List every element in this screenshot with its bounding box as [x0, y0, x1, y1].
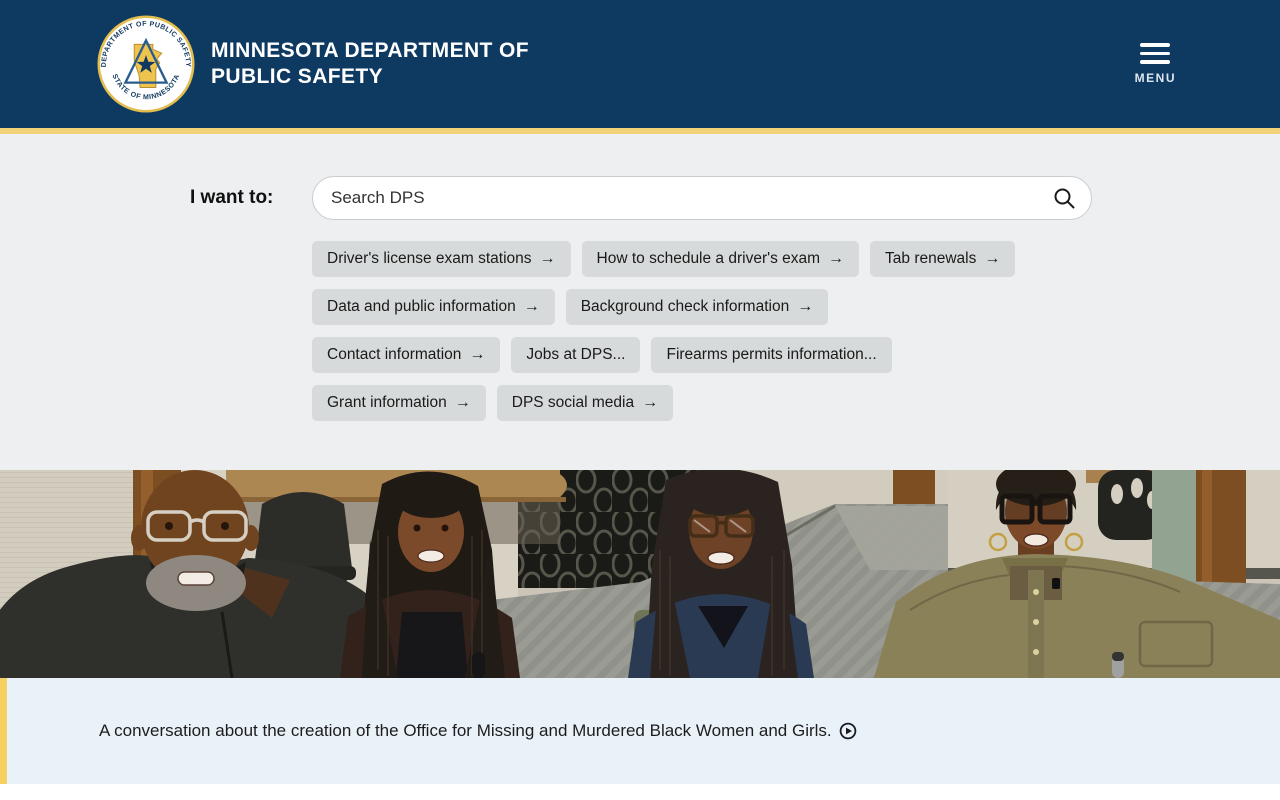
arrow-right-icon: → [828, 250, 845, 267]
play-icon[interactable] [839, 722, 857, 740]
i-want-to-label: I want to: [190, 187, 274, 208]
quick-link-background-check-information[interactable]: Background check information → [565, 289, 829, 325]
quick-link-firearms-permits-information[interactable]: Firearms permits information... [651, 337, 892, 373]
arrow-right-icon: → [984, 250, 1001, 267]
caption-text: A conversation about the creation of the… [99, 721, 832, 740]
site-title: MINNESOTA DEPARTMENT OF PUBLIC SAFETY [211, 38, 529, 90]
quick-link-label: How to schedule a driver's exam [596, 250, 821, 267]
menu-label: MENU [1134, 70, 1176, 85]
quick-link-label: Driver's license exam stations [327, 250, 532, 267]
quick-link-label: Tab renewals [885, 250, 977, 267]
site-header: DEPARTMENT OF PUBLIC SAFETY STATE OF MIN… [0, 0, 1280, 128]
quick-links: Driver's license exam stations → How to sc… [312, 241, 1102, 421]
quick-link-label: Firearms permits information... [666, 346, 877, 363]
quick-link-how-to-schedule-a-drivers-exam[interactable]: How to schedule a driver's exam → [581, 241, 860, 277]
i-want-to-section: I want to: Driver's license exam station… [0, 134, 1280, 470]
search-icon[interactable] [1052, 186, 1076, 210]
quick-link-data-and-public-information[interactable]: Data and public information → [312, 289, 555, 325]
hero-image [0, 470, 1280, 678]
quick-link-tab-renewals[interactable]: Tab renewals → [870, 241, 1016, 277]
quick-link-label: Contact information [327, 346, 462, 363]
quick-link-label: Jobs at DPS... [526, 346, 626, 363]
hamburger-icon [1140, 43, 1171, 64]
arrow-right-icon: → [642, 394, 659, 411]
table-mic-right [1112, 652, 1124, 678]
arrow-right-icon: → [539, 250, 556, 267]
arrow-right-icon: → [797, 298, 814, 315]
quick-link-jobs-at-dps[interactable]: Jobs at DPS... [511, 337, 641, 373]
table-mic-left [472, 652, 485, 678]
quick-link-label: Grant information [327, 394, 447, 411]
site-title-line1: MINNESOTA DEPARTMENT OF [211, 39, 529, 62]
quick-link-grant-information[interactable]: Grant information → [312, 385, 486, 421]
hero-photo-illustration [0, 470, 1280, 678]
quick-link-label: DPS social media [511, 394, 635, 411]
quick-link-drivers-license-exam-stations[interactable]: Driver's license exam stations → [312, 241, 571, 277]
mn-dps-seal-logo[interactable]: DEPARTMENT OF PUBLIC SAFETY STATE OF MIN… [97, 15, 195, 113]
quick-link-dps-social-media[interactable]: DPS social media → [496, 385, 674, 421]
arrow-right-icon: → [523, 298, 540, 315]
quick-link-contact-information[interactable]: Contact information → [312, 337, 501, 373]
search-input[interactable] [312, 176, 1092, 220]
site-title-line2: PUBLIC SAFETY [211, 65, 384, 88]
carousel-caption-bar: A conversation about the creation of the… [0, 678, 1280, 784]
arrow-right-icon: → [469, 346, 486, 363]
menu-button[interactable]: MENU [1131, 39, 1180, 89]
lavalier-mic [1052, 578, 1060, 589]
arrow-right-icon: → [454, 394, 471, 411]
quick-link-label: Background check information [580, 298, 790, 315]
quick-link-label: Data and public information [327, 298, 516, 315]
